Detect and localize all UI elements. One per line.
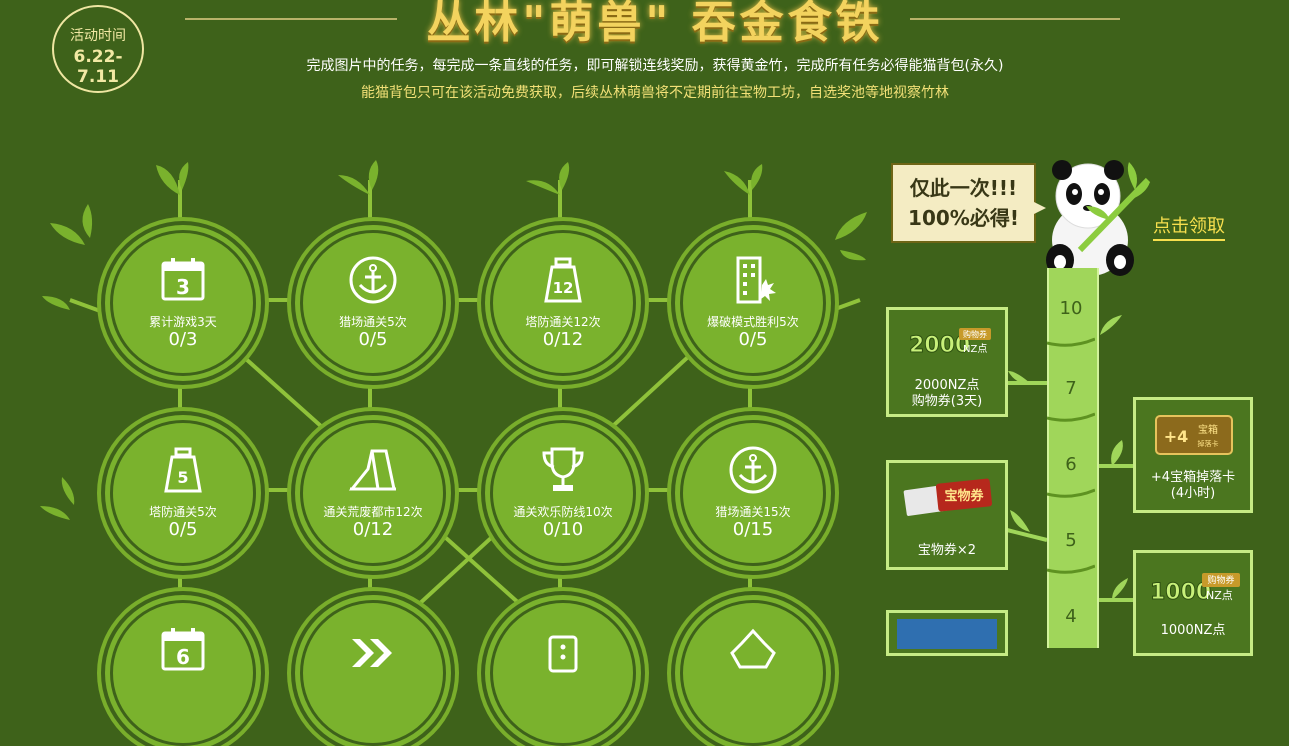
drop-card-art-title: 宝箱 xyxy=(1198,423,1218,436)
claim-link[interactable]: 点击领取 xyxy=(1153,212,1225,241)
task-label: 塔防通关5次 xyxy=(149,505,217,519)
reward-sublabel: 购物券(3天) xyxy=(911,394,983,409)
calendar-icon-number: 6 xyxy=(176,645,190,669)
task-node-8[interactable]: 猎场通关15次 0/15 xyxy=(680,420,826,566)
coupon-art-tag: 购物券 xyxy=(1207,574,1234,586)
crown-icon xyxy=(730,628,776,669)
task-node-3[interactable]: 12 塔防通关12次 0/12 xyxy=(490,230,636,376)
weight-icon: 5 xyxy=(164,447,202,493)
reward-sublabel: (4小时) xyxy=(1170,486,1216,501)
task-label: 猎场通关5次 xyxy=(339,315,407,329)
task-progress: 0/10 xyxy=(542,519,584,540)
dice-icon xyxy=(548,635,578,673)
reward-card-1000nz[interactable]: 1000 NZ点 购物券 1000NZ点 xyxy=(1133,550,1253,656)
task-label: 爆破模式胜利5次 xyxy=(707,315,799,329)
task-label: 通关荒废都市12次 xyxy=(323,505,423,519)
task-progress: 0/15 xyxy=(732,519,774,540)
reward-card-drop-card[interactable]: +4 宝箱 掉落卡 +4宝箱掉落卡 (4小时) xyxy=(1133,397,1253,513)
task-node-6[interactable]: 通关荒废都市12次 0/12 xyxy=(300,420,446,566)
calendar-icon: 6 xyxy=(161,628,205,671)
task-progress: 0/12 xyxy=(352,519,394,540)
anchor-icon xyxy=(729,446,777,494)
ticket-art-icon: 宝物券 xyxy=(903,478,993,516)
promo-bubble-line1: 仅此一次!!! xyxy=(909,176,1018,200)
task-label: 塔防通关12次 xyxy=(525,315,601,329)
task-progress: 0/3 xyxy=(168,329,198,350)
weight-icon-number: 12 xyxy=(553,279,574,297)
task-label: 猎场通关15次 xyxy=(715,505,791,519)
coupon-art-icon: 1000 NZ点 购物券 xyxy=(1150,573,1240,606)
weight-icon: 12 xyxy=(544,257,582,303)
coupon-art-unit: NZ点 xyxy=(963,343,987,355)
task-progress: 0/5 xyxy=(738,329,768,350)
drop-card-art-icon: +4 宝箱 掉落卡 xyxy=(1155,415,1233,455)
task-node-5[interactable]: 5 塔防通关5次 0/5 xyxy=(110,420,256,566)
reward-label: 宝物券×2 xyxy=(917,543,977,558)
reward-card-2000nz[interactable]: 2000 NZ点 购物券 2000NZ点 购物券(3天) xyxy=(886,307,1008,417)
task-progress: 0/5 xyxy=(358,329,388,350)
reward-partial-art xyxy=(897,619,997,649)
calendar-icon: 3 xyxy=(161,258,205,301)
task-node-10[interactable] xyxy=(300,600,446,746)
calendar-icon-number: 3 xyxy=(176,275,190,299)
reward-label: 1000NZ点 xyxy=(1160,623,1226,638)
coupon-art-unit: NZ点 xyxy=(1206,589,1233,602)
task-node-11[interactable] xyxy=(490,600,636,746)
weight-icon-number: 5 xyxy=(177,468,188,487)
reward-card-partial[interactable] xyxy=(886,610,1008,656)
reward-label: 2000NZ点 xyxy=(914,378,980,393)
drop-card-art-amount: +4 xyxy=(1164,427,1189,446)
task-node-12[interactable] xyxy=(680,600,826,746)
task-node-9[interactable]: 6 xyxy=(110,600,256,746)
task-node-7[interactable]: 通关欢乐防线10次 0/10 xyxy=(490,420,636,566)
chevrons-icon xyxy=(352,639,392,667)
building-icon xyxy=(736,256,776,304)
promo-bubble-line2: 100%必得! xyxy=(908,206,1019,230)
coupon-art-tag: 购物券 xyxy=(963,329,987,339)
trophy-icon xyxy=(542,447,584,491)
promo-bubble: 仅此一次!!! 100%必得! xyxy=(891,163,1036,243)
drop-card-art-tag: 掉落卡 xyxy=(1198,439,1219,448)
reward-label: +4宝箱掉落卡 xyxy=(1150,470,1236,485)
task-label: 累计游戏3天 xyxy=(149,315,217,329)
task-progress: 0/12 xyxy=(542,329,584,350)
ruins-icon xyxy=(348,449,396,491)
task-node-1[interactable]: 3 累计游戏3天 0/3 xyxy=(110,230,256,376)
anchor-icon xyxy=(349,256,397,304)
coupon-art-icon: 2000 NZ点 购物券 xyxy=(909,328,991,359)
task-label: 通关欢乐防线10次 xyxy=(513,505,613,519)
task-progress: 0/5 xyxy=(168,519,198,540)
ticket-art-text: 宝物券 xyxy=(944,488,984,504)
stalk-nodes xyxy=(1047,337,1095,574)
task-node-2[interactable]: 猎场通关5次 0/5 xyxy=(300,230,446,376)
reward-card-treasure-ticket[interactable]: 宝物券 宝物券×2 xyxy=(886,460,1008,570)
task-node-4[interactable]: 爆破模式胜利5次 0/5 xyxy=(680,230,826,376)
